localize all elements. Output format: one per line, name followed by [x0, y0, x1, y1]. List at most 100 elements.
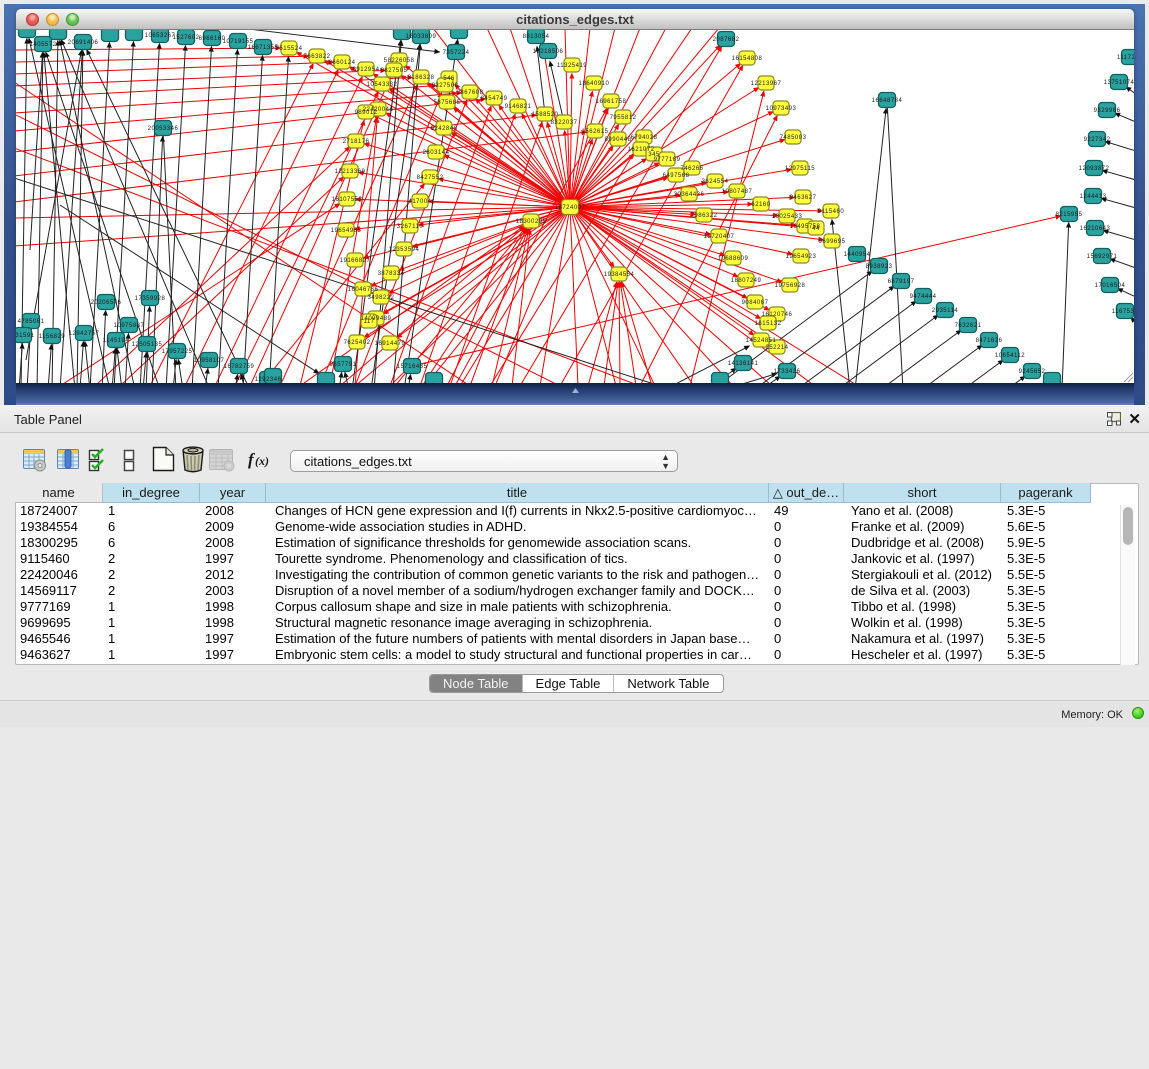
svg-text:11325419: 11325419 [557, 63, 587, 69]
svg-text:3498222: 3498222 [368, 295, 395, 301]
svg-text:10543382: 10543382 [367, 82, 398, 88]
svg-text:10688609: 10688609 [718, 256, 749, 262]
svg-text:8471626: 8471626 [976, 338, 1003, 344]
svg-text:9329966: 9329966 [1094, 108, 1121, 114]
svg-text:1615132: 1615132 [755, 321, 782, 327]
svg-text:8938923: 8938923 [866, 264, 893, 270]
svg-text:16782759: 16782759 [224, 364, 255, 370]
svg-text:14524851: 14524851 [746, 338, 777, 344]
svg-text:1562615: 1562615 [582, 129, 609, 135]
svg-text:44: 44 [812, 226, 820, 232]
svg-text:1167533: 1167533 [1112, 309, 1134, 315]
svg-text:417004: 417004 [408, 199, 431, 205]
svg-text:3878334: 3878334 [378, 271, 405, 277]
svg-text:62160: 62160 [751, 202, 770, 208]
svg-text:8912954: 8912954 [353, 67, 380, 73]
svg-text:16154808: 16154808 [732, 56, 763, 62]
svg-text:9227342: 9227342 [1084, 137, 1111, 143]
svg-text:546: 546 [443, 76, 455, 82]
svg-text:18300295: 18300295 [516, 219, 547, 225]
svg-text:9084067: 9084067 [742, 300, 769, 306]
svg-text:19384554: 19384554 [604, 272, 635, 278]
svg-text:1145194: 1145194 [103, 338, 130, 344]
svg-text:9777169: 9777169 [654, 157, 681, 163]
svg-text:20691406: 20691406 [68, 40, 99, 46]
svg-text:20053346: 20053346 [148, 126, 179, 132]
svg-text:18640910: 18640910 [579, 81, 610, 87]
svg-text:2935114: 2935114 [932, 308, 959, 314]
svg-text:7625402: 7625402 [344, 340, 371, 346]
svg-text:13751074: 13751074 [1104, 80, 1134, 86]
svg-text:7663822: 7663822 [304, 54, 331, 60]
svg-text:1244413: 1244413 [1080, 194, 1107, 200]
svg-text:8186328: 8186328 [408, 75, 435, 81]
svg-text:17016504: 17016504 [1095, 283, 1126, 289]
svg-text:989012: 989012 [354, 110, 377, 116]
svg-text:6879197: 6879197 [888, 279, 915, 285]
svg-text:3624554: 3624554 [702, 179, 729, 185]
svg-text:16648784: 16648784 [872, 98, 903, 104]
svg-text:17359928: 17359928 [135, 296, 166, 302]
svg-text:8427552: 8427552 [417, 175, 444, 181]
svg-text:8660124: 8660124 [329, 60, 356, 66]
svg-text:1588520: 1588520 [532, 112, 559, 118]
svg-text:9699695: 9699695 [819, 239, 846, 245]
svg-text:20206576: 20206576 [91, 300, 122, 306]
svg-text:2867608: 2867608 [457, 90, 484, 96]
svg-text:16033809: 16033809 [406, 34, 437, 40]
svg-text:15692971: 15692971 [1087, 254, 1118, 260]
svg-text:9474444: 9474444 [910, 294, 937, 300]
svg-text:1527602: 1527602 [173, 35, 200, 41]
svg-text:8990448: 8990448 [605, 137, 632, 143]
svg-text:12093872: 12093872 [1079, 166, 1110, 172]
svg-text:16961758: 16961758 [596, 99, 627, 105]
svg-text:15716485: 15716485 [397, 364, 428, 370]
svg-text:7357224: 7357224 [443, 50, 470, 56]
svg-text:(x): (x) [255, 454, 269, 468]
svg-text:2087682: 2087682 [713, 37, 740, 43]
svg-text:4785061: 4785061 [18, 319, 45, 325]
svg-text:2718176: 2718176 [343, 139, 370, 145]
svg-text:9463627: 9463627 [790, 195, 817, 201]
svg-text:5875685: 5875685 [434, 100, 461, 106]
svg-text:7515524: 7515524 [276, 46, 303, 52]
svg-text:7485003: 7485003 [780, 135, 807, 141]
svg-text:10807487: 10807487 [722, 189, 753, 195]
svg-text:6497568: 6497568 [663, 173, 690, 179]
svg-text:9146821: 9146821 [505, 104, 532, 110]
svg-text:2803144: 2803144 [423, 150, 450, 156]
svg-text:1733426: 1733426 [774, 369, 801, 375]
svg-text:8454749: 8454749 [481, 96, 508, 102]
svg-text:9115460: 9115460 [818, 209, 845, 215]
svg-text:20364436: 20364436 [674, 192, 705, 198]
svg-text:9827505: 9827505 [381, 68, 408, 74]
svg-text:19654923: 19654923 [786, 254, 817, 260]
svg-text:9242848: 9242848 [431, 126, 458, 132]
svg-text:16210643: 16210643 [1080, 226, 1111, 232]
svg-text:8322037: 8322037 [551, 120, 578, 126]
svg-text:10653267: 10653267 [145, 33, 176, 39]
svg-text:10975887: 10975887 [114, 323, 145, 329]
svg-text:12353594: 12353594 [389, 247, 420, 253]
svg-text:18724007: 18724007 [555, 205, 586, 211]
svg-text:1156829: 1156829 [39, 334, 66, 340]
svg-text:19654985: 19654985 [331, 228, 362, 234]
svg-text:12505135: 12505135 [132, 342, 163, 348]
svg-text:12975115: 12975115 [785, 166, 815, 172]
svg-text:7632621: 7632621 [955, 323, 982, 329]
svg-text:12213369: 12213369 [335, 169, 366, 175]
svg-text:8215955: 8215955 [1056, 212, 1083, 218]
svg-text:252214: 252214 [765, 345, 788, 351]
svg-text:1117233: 1117233 [1117, 55, 1134, 61]
svg-text:10973493: 10973493 [766, 106, 797, 112]
svg-text:9327508: 9327508 [432, 83, 459, 89]
svg-text:1440954: 1440954 [844, 252, 871, 258]
svg-text:12213967: 12213967 [751, 81, 782, 87]
svg-text:19756928: 19756928 [775, 283, 806, 289]
svg-text:16046786: 16046786 [348, 287, 379, 293]
svg-text:12942757: 12942757 [69, 331, 100, 337]
svg-text:931591: 931591 [16, 333, 35, 339]
svg-text:10654112: 10654112 [995, 353, 1025, 359]
svg-text:10025433: 10025433 [772, 214, 803, 220]
svg-text:10958107: 10958107 [194, 358, 225, 364]
